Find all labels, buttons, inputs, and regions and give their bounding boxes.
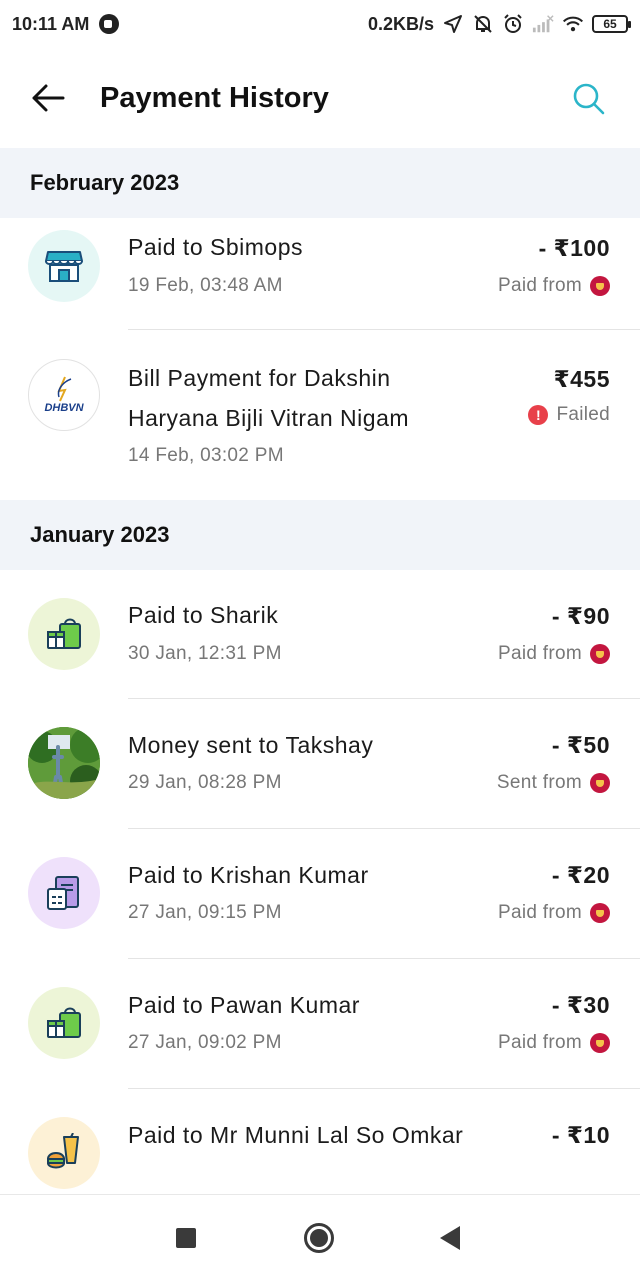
payment-source-label: Paid from	[497, 275, 582, 296]
battery-icon: 65	[592, 15, 631, 33]
transaction-title: Money sent to Takshay	[128, 732, 374, 758]
system-back-button[interactable]	[440, 1226, 460, 1250]
transaction-amount: - ₹100	[538, 235, 610, 261]
payment-source: Paid from	[498, 643, 610, 665]
page-title: Payment History	[100, 82, 329, 114]
status-time: 10:11 AM	[12, 13, 90, 34]
payment-source: Paid from	[498, 1032, 610, 1054]
bank-icon	[590, 644, 610, 664]
app-header: Payment History	[0, 48, 640, 148]
section-header-january: January 2023	[0, 500, 640, 570]
transaction-amount: - ₹30	[551, 992, 610, 1018]
network-speed: 0.2KB/s	[367, 13, 434, 34]
transaction-amount: - ₹10	[551, 1122, 610, 1148]
transaction-amount: - ₹90	[551, 603, 610, 629]
transaction-title: Paid to Pawan Kumar	[128, 992, 360, 1018]
search-icon	[573, 83, 605, 115]
transaction-amount: ₹455	[553, 366, 610, 392]
payment-source-label: Paid from	[497, 1032, 582, 1053]
transaction-amount: - ₹50	[551, 732, 610, 758]
arrow-left-icon	[32, 84, 65, 112]
wifi-icon	[562, 13, 584, 35]
food-icon	[28, 1117, 100, 1189]
transaction-date: 27 Jan, 09:02 PM	[128, 1032, 282, 1053]
error-icon: !	[528, 405, 549, 425]
transaction-row[interactable]: Paid to Mr Munni Lal So Omkar - ₹10	[0, 1089, 640, 1194]
payment-source: Sent from	[497, 772, 610, 794]
navigation-icon	[442, 13, 464, 35]
recent-apps-button[interactable]	[176, 1228, 196, 1248]
search-button[interactable]	[570, 80, 606, 116]
transaction-amount: - ₹20	[551, 862, 610, 888]
profile-photo	[28, 727, 100, 799]
transaction-date: 14 Feb, 03:02 PM	[128, 445, 284, 466]
transaction-row[interactable]: Paid to Sbimops 19 Feb, 03:48 AM - ₹100 …	[0, 218, 640, 330]
shopping-bag-icon	[28, 987, 100, 1059]
system-nav-bar	[0, 1194, 640, 1280]
bank-icon	[590, 903, 610, 923]
section-header-february: February 2023	[0, 148, 640, 218]
transaction-title: Paid to Mr Munni Lal So Omkar	[128, 1122, 464, 1148]
payment-source-label: Paid from	[497, 643, 582, 664]
transaction-title: Bill Payment for Dakshin Haryana Bijli V…	[128, 365, 410, 431]
transaction-row[interactable]: Paid to Sharik 30 Jan, 12:31 PM - ₹90 Pa…	[0, 570, 640, 698]
transaction-date: 19 Feb, 03:48 AM	[128, 275, 283, 296]
failed-label: Failed	[556, 404, 610, 425]
dhbvn-logo-text: DHBVN	[44, 402, 84, 414]
transaction-row[interactable]: Paid to Pawan Kumar 27 Jan, 09:02 PM - ₹…	[0, 959, 640, 1088]
payment-source: Paid from	[498, 275, 610, 297]
store-icon	[28, 230, 100, 302]
payment-source-label: Sent from	[496, 772, 582, 793]
home-button[interactable]	[304, 1223, 334, 1253]
failed-status: ! Failed	[528, 404, 610, 426]
back-button[interactable]	[30, 82, 66, 114]
bank-icon	[590, 773, 610, 793]
dhbvn-logo: DHBVN	[28, 359, 100, 431]
bill-document-icon	[28, 857, 100, 929]
bank-icon	[590, 1033, 610, 1053]
transaction-title: Paid to Sharik	[128, 602, 279, 628]
battery-level: 65	[603, 17, 617, 31]
alarm-icon	[502, 13, 524, 35]
transaction-date: 27 Jan, 09:15 PM	[128, 902, 282, 923]
signal-icon	[532, 13, 554, 35]
shopping-bag-icon	[28, 598, 100, 670]
transaction-title: Paid to Sbimops	[128, 234, 303, 260]
bank-icon	[590, 276, 610, 296]
mute-bell-icon	[472, 13, 494, 35]
transaction-row[interactable]: DHBVN Bill Payment for Dakshin Haryana B…	[0, 330, 640, 500]
transaction-row[interactable]: Paid to Krishan Kumar 27 Jan, 09:15 PM -…	[0, 829, 640, 958]
transaction-title: Paid to Krishan Kumar	[128, 862, 369, 888]
status-bar: 10:11 AM 0.2KB/s 65	[0, 0, 640, 48]
transaction-date: 30 Jan, 12:31 PM	[128, 643, 282, 664]
payment-source: Paid from	[498, 902, 610, 924]
transaction-row[interactable]: Money sent to Takshay 29 Jan, 08:28 PM -…	[0, 699, 640, 828]
payment-source-label: Paid from	[497, 902, 582, 923]
transaction-date: 29 Jan, 08:28 PM	[128, 772, 282, 793]
record-icon	[99, 14, 120, 34]
